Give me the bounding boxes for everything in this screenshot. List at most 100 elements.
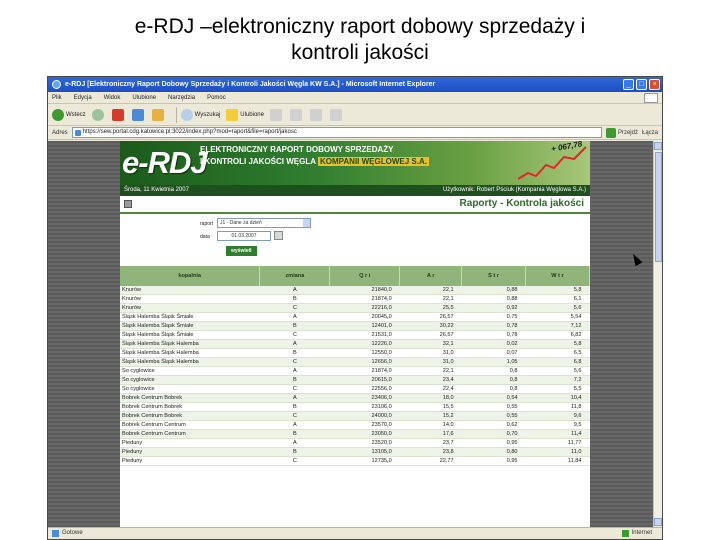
close-button[interactable]: × <box>649 79 660 90</box>
col-header-shift[interactable]: zmiana <box>259 266 331 286</box>
favorites-button[interactable]: Ulubione <box>226 108 264 121</box>
address-input[interactable]: https://sew.portal.cdg.katowice.pl:3022/… <box>71 127 602 138</box>
page-status-icon <box>52 530 59 537</box>
refresh-button[interactable] <box>131 108 146 121</box>
favorites-label: Ulubione <box>240 111 264 118</box>
scroll-thumb[interactable] <box>654 152 662 262</box>
print-button[interactable] <box>309 108 324 121</box>
cell-calorific: 21874,0 <box>329 294 400 305</box>
table-row: Bobrek Centrum Bobrek A 23406,0 18,0 0,54 10,… <box>120 393 590 404</box>
history-icon <box>269 108 282 121</box>
col-header-calorific[interactable]: Q r i <box>329 266 401 286</box>
cell-mine: Knurów <box>120 286 260 296</box>
table-row: Śląsk Halemba Śląsk Halemba B 12550,0 31,0 0… <box>120 348 590 359</box>
mail-icon <box>289 108 302 121</box>
table-body: Knurów A 21840,0 22,1 0,88 5,8 Knurów B 21874,0 2… <box>120 286 590 467</box>
cell-shift: C <box>259 303 330 314</box>
window-titlebar: e-RDJ [Elektroniczny Raport Dobowy Sprze… <box>48 77 662 92</box>
menu-view[interactable]: Widok <box>104 92 121 103</box>
cell-sulfur: 0,54 <box>461 393 526 404</box>
cell-moisture: 6,5 <box>525 348 590 359</box>
cell-ash: 23,7 <box>399 438 462 449</box>
windows-logo-icon <box>644 93 658 103</box>
cell-calorific: 22216,0 <box>329 303 400 314</box>
cell-moisture: 5,6 <box>525 303 590 314</box>
edit-page-icon <box>329 108 342 121</box>
mail-button[interactable] <box>289 108 304 121</box>
col-header-ash[interactable]: A r <box>399 266 463 286</box>
edit-button[interactable] <box>329 108 344 121</box>
cell-ash: 25,5 <box>399 303 462 314</box>
cell-shift: B <box>259 375 330 386</box>
menu-edit[interactable]: Edycja <box>74 92 92 103</box>
report-select-value: J1 - Dane za dzień <box>220 220 262 226</box>
col-header-sulfur[interactable]: S t r <box>461 266 527 286</box>
window-title: e-RDJ [Elektroniczny Raport Dobowy Sprze… <box>65 81 436 88</box>
back-arrow-icon <box>52 108 64 121</box>
cell-moisture: 9,6 <box>525 411 590 422</box>
cell-shift: A <box>259 420 330 431</box>
cell-ash: 22,4 <box>399 384 462 395</box>
stop-button[interactable] <box>111 108 126 121</box>
cell-shift: A <box>259 366 330 377</box>
cell-shift: A <box>259 339 330 350</box>
banner-company: KOMPANII WĘGLOWEJ S.A. <box>318 157 429 166</box>
menu-file[interactable]: Plik <box>52 92 62 103</box>
calendar-icon[interactable] <box>274 231 283 240</box>
printer-icon[interactable] <box>124 200 132 208</box>
cell-shift: B <box>259 294 330 305</box>
cell-moisture: 5,8 <box>525 286 590 296</box>
col-header-mine[interactable]: kopalnia <box>120 266 261 286</box>
table-header-row: kopalnia zmiana Q r i A r S t r W t r <box>120 266 590 286</box>
date-input[interactable]: 01.03.2007 <box>217 231 271 241</box>
minimize-button[interactable]: _ <box>623 79 634 90</box>
cell-sulfur: 0,80 <box>461 447 526 458</box>
table-row: Bobrek Centrum Bobrek B 23106,0 15,5 0,55 11,… <box>120 402 590 413</box>
table-row: Śląsk Halemba Śląsk Śmiałe C 21531,0 26,57 0… <box>120 330 590 341</box>
search-button[interactable]: Wyszukaj <box>180 108 220 121</box>
scroll-down-arrow-icon[interactable] <box>654 518 662 526</box>
back-button[interactable]: Wstecz <box>52 108 86 121</box>
cell-ash: 14,0 <box>399 420 462 431</box>
vertical-scrollbar[interactable] <box>653 141 662 527</box>
table-row: Bobrek Centrum Centrum B 23050,0 17,6 0,70 11… <box>120 429 590 440</box>
show-button[interactable]: wyświetl <box>226 246 257 256</box>
report-form: raport J1 - Dane za dzień data 01.03.200… <box>120 214 590 264</box>
cell-moisture: 11,77 <box>525 438 590 449</box>
links-button[interactable]: Łącza <box>642 130 658 136</box>
table-row: Pieduny B 13105,0 23,8 0,80 11,0 <box>120 447 590 458</box>
cell-shift: A <box>259 438 330 449</box>
cell-calorific: 20615,0 <box>329 375 400 386</box>
menu-favorites[interactable]: Ulubione <box>132 92 156 103</box>
cell-calorific: 23106,0 <box>329 402 400 413</box>
cell-calorific: 12226,0 <box>329 339 400 350</box>
history-button[interactable] <box>269 108 284 121</box>
table-row: Pieduny A 23520,0 23,7 0,95 11,77 <box>120 438 590 449</box>
menu-help[interactable]: Pomoc <box>207 92 226 103</box>
go-button[interactable]: Przejdź <box>605 127 638 138</box>
cell-mine: Bobrek Centrum Bobrek <box>120 393 260 404</box>
cell-sulfur: 0,95 <box>461 456 526 467</box>
cell-ash: 22,1 <box>399 286 462 296</box>
menu-tools[interactable]: Narzędzia <box>168 92 195 103</box>
cell-mine: Knurów <box>120 303 260 314</box>
cell-mine: Śląsk Halemba Śląsk Śmiałe <box>120 321 260 332</box>
cell-sulfur: 0,78 <box>461 321 526 332</box>
table-row: Śląsk Halemba Śląsk Śmiałe A 20045,0 26,57 0… <box>120 312 590 323</box>
cell-mine: Śląsk Halemba Śląsk Śmiałe <box>120 330 260 341</box>
cell-mine: Pieduny <box>120 456 260 467</box>
cell-calorific: 12550,0 <box>329 348 400 359</box>
cell-ash: 17,6 <box>399 429 462 440</box>
table-row: Śląsk Halemba Śląsk Halemba A 12226,0 32,1 0… <box>120 339 590 350</box>
cell-calorific: 20045,0 <box>329 312 400 323</box>
erdj-banner: e-RDJ ELEKTRONICZNY RAPORT DOBOWY SPRZED… <box>120 141 590 185</box>
stop-icon <box>111 108 124 121</box>
go-arrow-icon <box>605 127 616 138</box>
forward-button[interactable] <box>91 108 106 121</box>
maximize-button[interactable]: □ <box>636 79 647 90</box>
report-select[interactable]: J1 - Dane za dzień <box>217 218 311 228</box>
home-button[interactable] <box>151 108 166 121</box>
col-header-moisture[interactable]: W t r <box>525 266 590 286</box>
search-icon <box>180 108 193 121</box>
scroll-up-arrow-icon[interactable] <box>654 142 662 150</box>
